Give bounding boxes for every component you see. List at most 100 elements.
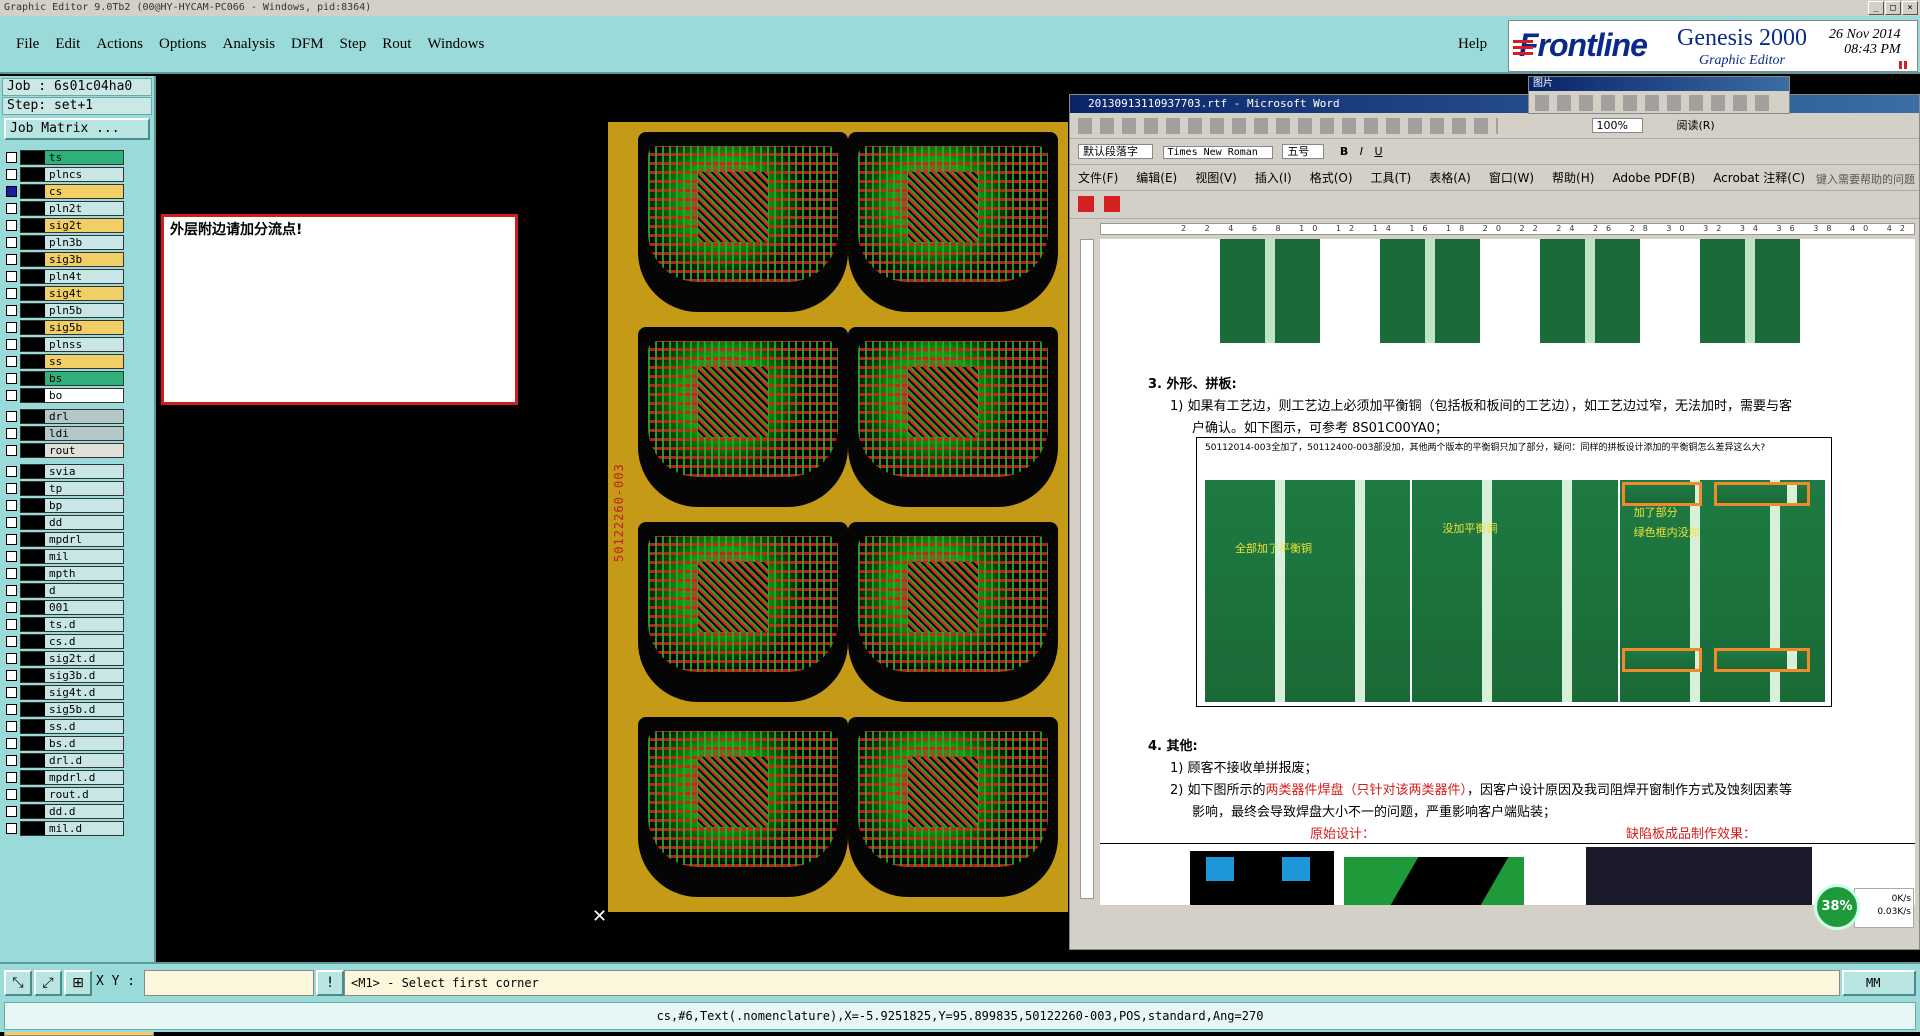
layer-row[interactable]: mpdrl.d — [4, 770, 124, 785]
layer-checkbox[interactable] — [6, 271, 17, 282]
layer-row[interactable]: mpdrl — [4, 532, 124, 547]
italic-button[interactable]: I — [1360, 145, 1363, 158]
layer-label[interactable]: drl — [20, 409, 124, 424]
layer-label[interactable]: ss.d — [20, 719, 124, 734]
layer-row[interactable]: pln3b — [4, 235, 124, 250]
menu-actions[interactable]: Actions — [88, 36, 151, 53]
layer-row[interactable]: mil.d — [4, 821, 124, 836]
word-menu-item[interactable]: Acrobat 注释(C) — [1713, 171, 1805, 185]
layer-row[interactable]: sig5b — [4, 320, 124, 335]
zoom-line-icon[interactable]: ⤢ — [34, 970, 62, 996]
layer-label[interactable]: mpth — [20, 566, 124, 581]
layer-row[interactable]: pln5b — [4, 303, 124, 318]
layer-label[interactable]: tp — [20, 481, 124, 496]
menu-edit[interactable]: Edit — [47, 36, 88, 53]
layer-row[interactable]: plnss — [4, 337, 124, 352]
layer-checkbox[interactable] — [6, 356, 17, 367]
layer-checkbox[interactable] — [6, 568, 17, 579]
layer-checkbox[interactable] — [6, 483, 17, 494]
layer-checkbox[interactable] — [6, 373, 17, 384]
layer-label[interactable]: cs — [20, 184, 124, 199]
word-menu-item[interactable]: 编辑(E) — [1136, 171, 1177, 185]
layer-label[interactable]: drl.d — [20, 753, 124, 768]
layer-row[interactable]: ts — [4, 150, 124, 165]
layer-checkbox[interactable] — [6, 254, 17, 265]
layer-row[interactable]: dd — [4, 515, 124, 530]
menu-options[interactable]: Options — [151, 36, 215, 53]
layer-checkbox[interactable] — [6, 823, 17, 834]
layer-row[interactable]: bs.d — [4, 736, 124, 751]
layer-checkbox[interactable] — [6, 772, 17, 783]
menu-dfm[interactable]: DFM — [283, 36, 332, 53]
menu-analysis[interactable]: Analysis — [215, 36, 284, 53]
layer-label[interactable]: sig4t.d — [20, 685, 124, 700]
layer-row[interactable]: rout.d — [4, 787, 124, 802]
layer-checkbox[interactable] — [6, 636, 17, 647]
layer-row[interactable]: rout — [4, 443, 124, 458]
picture-tool-icons[interactable] — [1535, 95, 1775, 111]
layer-label[interactable]: d — [20, 583, 124, 598]
word-menu-item[interactable]: 视图(V) — [1195, 171, 1237, 185]
layer-row[interactable]: sig4t.d — [4, 685, 124, 700]
layer-label[interactable]: bo — [20, 388, 124, 403]
layer-label[interactable]: sig2t.d — [20, 651, 124, 666]
layer-row[interactable]: mpth — [4, 566, 124, 581]
layer-checkbox[interactable] — [6, 551, 17, 562]
word-menu-item[interactable]: 格式(O) — [1310, 171, 1353, 185]
layer-row[interactable]: ts.d — [4, 617, 124, 632]
word-window[interactable]: 20130913110937703.rtf - Microsoft Word 1… — [1069, 94, 1920, 1025]
layer-label[interactable]: ldi — [20, 426, 124, 441]
layer-checkbox[interactable] — [6, 721, 17, 732]
word-menu-item[interactable]: Adobe PDF(B) — [1612, 171, 1695, 185]
layer-row[interactable]: ldi — [4, 426, 124, 441]
layer-label[interactable]: rout.d — [20, 787, 124, 802]
word-standard-toolbar[interactable]: 100% 阅读(R) — [1070, 115, 1919, 139]
layer-checkbox[interactable] — [6, 466, 17, 477]
layer-checkbox[interactable] — [6, 585, 17, 596]
layer-checkbox[interactable] — [6, 755, 17, 766]
menu-rout[interactable]: Rout — [374, 36, 419, 53]
layer-row[interactable]: pln2t — [4, 201, 124, 216]
size-select[interactable]: 五号 — [1282, 144, 1325, 159]
pdf-icon[interactable] — [1078, 196, 1094, 212]
layer-row[interactable]: dd.d — [4, 804, 124, 819]
layer-label[interactable]: mpdrl.d — [20, 770, 124, 785]
bold-button[interactable]: B — [1340, 145, 1348, 158]
layer-row[interactable]: pln4t — [4, 269, 124, 284]
layer-checkbox[interactable] — [6, 152, 17, 163]
layer-label[interactable]: bp — [20, 498, 124, 513]
menu-file[interactable]: File — [8, 36, 47, 53]
layer-checkbox[interactable] — [6, 619, 17, 630]
layer-checkbox[interactable] — [6, 445, 17, 456]
job-matrix-button[interactable]: Job Matrix ... — [4, 118, 150, 140]
word-menu-item[interactable]: 工具(T) — [1371, 171, 1412, 185]
zoom-select[interactable]: 100% — [1591, 118, 1643, 133]
layer-checkbox[interactable] — [6, 186, 17, 197]
minimize-button[interactable]: _ — [1868, 1, 1884, 15]
step-label[interactable]: Step: set+1 — [2, 97, 152, 115]
layer-label[interactable]: plnss — [20, 337, 124, 352]
layer-label[interactable]: dd.d — [20, 804, 124, 819]
layer-checkbox[interactable] — [6, 534, 17, 545]
menu-help[interactable]: Help — [1458, 36, 1487, 53]
layer-label[interactable]: rout — [20, 443, 124, 458]
layer-checkbox[interactable] — [6, 390, 17, 401]
layer-row[interactable]: mil — [4, 549, 124, 564]
layer-row[interactable]: tp — [4, 481, 124, 496]
style-select[interactable]: 默认段落字 — [1078, 144, 1153, 159]
layer-checkbox[interactable] — [6, 339, 17, 350]
layer-checkbox[interactable] — [6, 602, 17, 613]
layer-row[interactable]: 001 — [4, 600, 124, 615]
layer-checkbox[interactable] — [6, 237, 17, 248]
menu-step[interactable]: Step — [332, 36, 375, 53]
layer-row[interactable]: svia — [4, 464, 124, 479]
grid-icon[interactable]: ⊞ — [64, 970, 92, 996]
layer-label[interactable]: sig2t — [20, 218, 124, 233]
layer-row[interactable]: ss.d — [4, 719, 124, 734]
layer-checkbox[interactable] — [6, 169, 17, 180]
layer-checkbox[interactable] — [6, 738, 17, 749]
picture-toolbar[interactable]: 图片 — [1528, 76, 1790, 114]
layer-row[interactable]: sig2t — [4, 218, 124, 233]
layer-row[interactable]: sig4t — [4, 286, 124, 301]
layer-checkbox[interactable] — [6, 789, 17, 800]
